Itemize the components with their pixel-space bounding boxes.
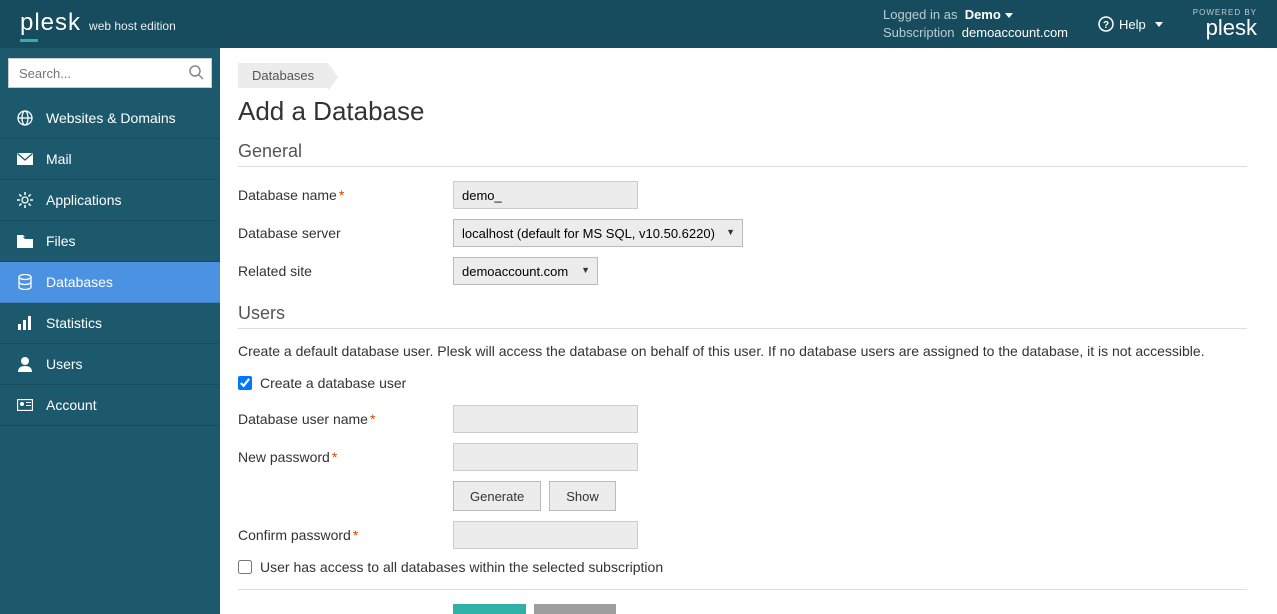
- db-server-label: Database server: [238, 225, 453, 241]
- user-name-input[interactable]: [453, 405, 638, 433]
- database-icon: [16, 273, 34, 291]
- chevron-down-icon: [1005, 13, 1013, 18]
- db-name-input[interactable]: [453, 181, 638, 209]
- sidebar-item-statistics[interactable]: Statistics: [0, 303, 220, 344]
- subscription-value[interactable]: demoaccount.com: [962, 25, 1068, 40]
- access-all-label: User has access to all databases within …: [260, 559, 663, 575]
- confirm-password-input[interactable]: [453, 521, 638, 549]
- sidebar-item-label: Mail: [46, 151, 72, 167]
- subscription-label: Subscription: [883, 25, 955, 40]
- breadcrumb-item[interactable]: Databases: [238, 63, 328, 88]
- sidebar-item-label: Statistics: [46, 315, 102, 331]
- main-content: Databases Add a Database General Databas…: [220, 48, 1277, 614]
- card-icon: [16, 396, 34, 414]
- users-description: Create a default database user. Plesk wi…: [238, 343, 1247, 359]
- globe-icon: [16, 109, 34, 127]
- login-info: Logged in as Demo Subscription demoaccou…: [883, 6, 1068, 42]
- logged-in-label: Logged in as: [883, 7, 957, 22]
- sidebar-item-mail[interactable]: Mail: [0, 139, 220, 180]
- sidebar: Websites & Domains Mail Applications Fil…: [0, 48, 220, 614]
- db-server-select[interactable]: localhost (default for MS SQL, v10.50.62…: [453, 219, 743, 247]
- cancel-button[interactable]: Cancel: [534, 604, 616, 614]
- brand-logo[interactable]: plesk web host edition: [20, 9, 176, 40]
- related-site-label: Related site: [238, 263, 453, 279]
- new-password-input[interactable]: [453, 443, 638, 471]
- sidebar-item-label: Files: [46, 233, 76, 249]
- sidebar-item-files[interactable]: Files: [0, 221, 220, 262]
- logo-subtitle: web host edition: [89, 19, 176, 33]
- sidebar-item-applications[interactable]: Applications: [0, 180, 220, 221]
- help-icon: ?: [1098, 16, 1114, 32]
- breadcrumb: Databases: [238, 63, 1247, 88]
- create-user-checkbox[interactable]: [238, 376, 252, 390]
- section-heading-users: Users: [238, 303, 1247, 329]
- confirm-password-label: Confirm password*: [238, 527, 453, 543]
- folder-icon: [16, 232, 34, 250]
- search-input[interactable]: [8, 58, 212, 88]
- access-all-checkbox[interactable]: [238, 560, 252, 574]
- user-icon: [16, 355, 34, 373]
- show-button[interactable]: Show: [549, 481, 616, 511]
- sidebar-item-label: Account: [46, 397, 97, 413]
- user-name-label: Database user name*: [238, 411, 453, 427]
- section-heading-general: General: [238, 141, 1247, 167]
- sidebar-item-account[interactable]: Account: [0, 385, 220, 426]
- ok-button[interactable]: OK: [453, 604, 526, 614]
- create-user-label: Create a database user: [260, 375, 406, 391]
- top-bar: plesk web host edition Logged in as Demo…: [0, 0, 1277, 48]
- powered-by: POWERED BY plesk: [1193, 9, 1257, 39]
- help-menu[interactable]: ? Help: [1098, 16, 1163, 32]
- sidebar-item-label: Applications: [46, 192, 122, 208]
- new-password-label: New password*: [238, 449, 453, 465]
- user-menu[interactable]: Demo: [965, 7, 1013, 22]
- page-title: Add a Database: [238, 96, 1247, 127]
- sidebar-item-label: Users: [46, 356, 83, 372]
- sidebar-item-label: Databases: [46, 274, 113, 290]
- mail-icon: [16, 150, 34, 168]
- logo-underline: [20, 39, 38, 42]
- sidebar-item-databases[interactable]: Databases: [0, 262, 220, 303]
- sidebar-item-websites[interactable]: Websites & Domains: [0, 98, 220, 139]
- gear-icon: [16, 191, 34, 209]
- sidebar-item-label: Websites & Domains: [46, 110, 176, 126]
- related-site-select[interactable]: demoaccount.com: [453, 257, 598, 285]
- generate-button[interactable]: Generate: [453, 481, 541, 511]
- search-icon[interactable]: [188, 64, 204, 80]
- svg-text:?: ?: [1103, 20, 1109, 31]
- db-name-label: Database name*: [238, 187, 453, 203]
- chevron-down-icon: [1155, 22, 1163, 27]
- sidebar-item-users[interactable]: Users: [0, 344, 220, 385]
- chart-icon: [16, 314, 34, 332]
- logo-text: plesk: [20, 9, 81, 37]
